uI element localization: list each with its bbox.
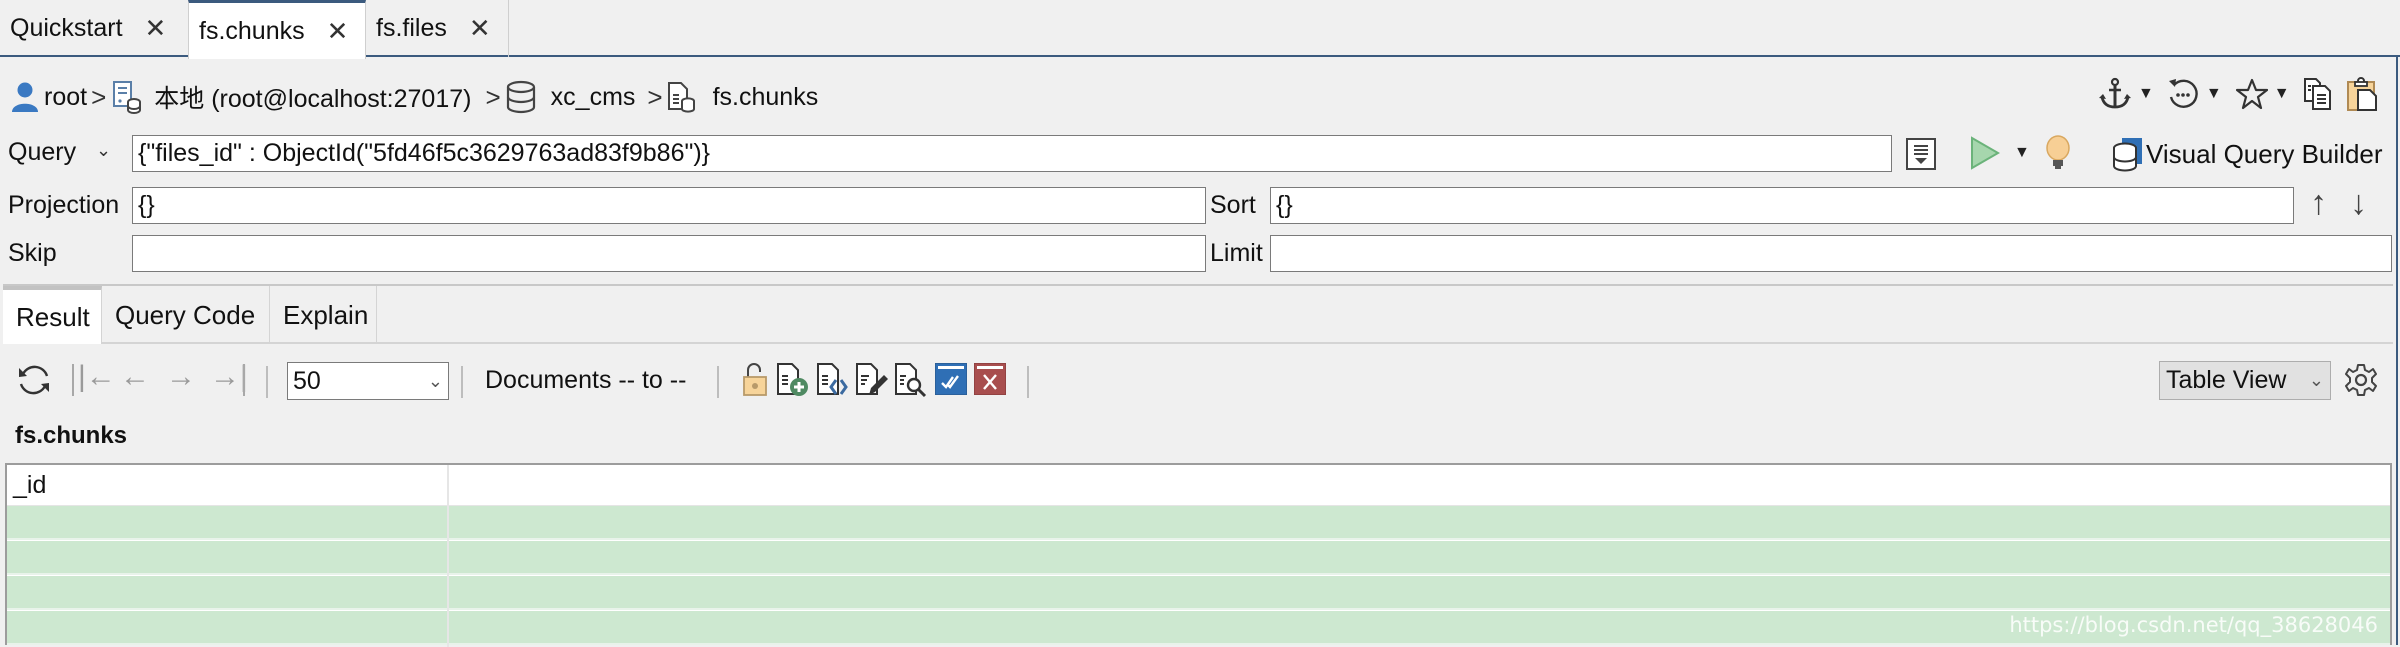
tab-label: Query Code [115,299,256,330]
user-icon [10,81,40,113]
projection-value: {} [138,191,155,219]
close-icon[interactable]: ✕ [145,13,167,44]
tab-explain[interactable]: Explain [270,286,377,344]
column-header-id[interactable]: _id [7,465,447,506]
result-collection-label: fs.chunks [15,422,128,449]
breadcrumb-separator: > [485,81,501,112]
sort-label: Sort [1210,191,1256,219]
gear-icon[interactable] [2344,363,2378,397]
query-value: {"files_id" : ObjectId("5fd46f5c3629763a… [138,139,711,167]
copy-icon[interactable] [2302,77,2336,111]
sort-input[interactable]: {} [1270,187,2294,224]
watermark: https://blog.csdn.net/qq_38628046 [2009,613,2378,637]
documents-range-label: Documents -- to -- [485,366,687,394]
limit-input[interactable] [1270,235,2392,272]
column-divider[interactable] [447,465,449,647]
history-icon[interactable] [2166,77,2200,111]
add-document-icon[interactable] [776,362,810,398]
breadcrumb: root > 本地 (root@localhost:27017) > xc_cm… [10,77,818,117]
breadcrumb-separator: > [647,81,663,112]
history-dropdown-caret[interactable]: ▼ [2206,85,2222,103]
sort-value: {} [1276,191,1293,219]
skip-input[interactable] [132,235,1206,272]
tab-label: Explain [283,299,369,330]
visual-query-builder-label: Visual Query Builder [2146,138,2383,169]
visual-query-builder-icon [2112,136,2146,172]
first-page-button[interactable]: |← [78,360,116,394]
projection-input[interactable]: {} [132,187,1206,224]
tab-result[interactable]: Result [3,286,102,344]
visual-query-builder-button[interactable]: Visual Query Builder [2112,136,2383,172]
page-size-select[interactable]: 50 ⌄ [287,362,449,400]
column-header-empty[interactable] [449,465,2389,506]
unlock-icon[interactable] [742,363,768,397]
tab-label: fs.files [376,14,447,42]
discard-changes-icon[interactable] [974,363,1006,395]
format-query-icon[interactable] [1906,138,1936,170]
close-icon[interactable]: ✕ [469,13,491,44]
table-row[interactable] [7,506,2390,540]
lightbulb-icon[interactable] [2044,135,2072,171]
result-tab-bar: Result Query Code Explain [3,284,2393,344]
refresh-icon[interactable] [16,362,52,398]
favorite-dropdown-caret[interactable]: ▼ [2274,85,2290,103]
tab-label: fs.chunks [199,16,305,45]
table-row[interactable] [7,576,2390,610]
limit-label: Limit [1210,239,1263,267]
tab-fs-files[interactable]: fs.files ✕ [366,0,508,57]
breadcrumb-database[interactable]: xc_cms [551,83,636,112]
document-tab-bar: Quickstart ✕ fs.chunks ✕ fs.files ✕ [0,0,2400,59]
tab-label: Quickstart [10,14,123,42]
breadcrumb-connection[interactable]: 本地 (root@localhost:27017) [154,79,471,115]
skip-label: Skip [8,239,57,267]
close-icon[interactable]: ✕ [327,16,349,47]
commit-changes-icon[interactable] [935,363,967,395]
table-header: _id [7,465,2390,506]
breadcrumb-user[interactable]: root [44,83,87,112]
paste-icon[interactable] [2346,76,2380,112]
top-toolbar: ▼ ▼ ▼ [2098,76,2380,112]
tab-quickstart[interactable]: Quickstart ✕ [0,0,188,57]
edit-document-icon[interactable] [855,362,889,398]
previous-page-button[interactable]: ← [120,360,150,394]
star-icon[interactable] [2235,78,2268,110]
query-label: Query [8,138,77,166]
anchor-icon[interactable] [2098,77,2132,111]
query-input[interactable]: {"files_id" : ObjectId("5fd46f5c3629763a… [132,135,1892,172]
breadcrumb-separator: > [91,81,107,112]
chevron-down-icon: ⌄ [427,370,443,391]
collection-icon [667,81,697,113]
tab-label: Result [16,301,90,332]
view-mode-select[interactable]: Table View ⌄ [2159,361,2331,400]
sort-descending-button[interactable]: ↓ [2350,184,2367,223]
chevron-down-icon: ⌄ [2308,370,2324,390]
run-query-icon[interactable] [1970,136,2000,170]
server-icon [112,80,142,114]
anchor-dropdown-caret[interactable]: ▼ [2138,85,2154,103]
table-row[interactable] [7,541,2390,575]
sort-ascending-button[interactable]: ↑ [2310,184,2327,223]
breadcrumb-collection[interactable]: fs.chunks [713,83,819,112]
view-json-icon[interactable] [816,362,850,398]
window-frame-edge [2396,57,2400,645]
tab-fs-chunks[interactable]: fs.chunks ✕ [188,0,366,59]
result-table: _id https://blog.csdn.net/qq_38628046 [5,463,2392,647]
view-mode-value: Table View [2166,366,2287,394]
projection-label: Projection [8,191,120,219]
database-icon [505,80,537,114]
run-dropdown-caret[interactable]: ▼ [2014,144,2030,162]
query-history-chevron-icon[interactable]: ⌄ [96,140,111,161]
column-header-label: _id [13,471,47,499]
find-document-icon[interactable] [894,362,928,398]
next-page-button[interactable]: → [166,360,196,394]
tab-query-code[interactable]: Query Code [102,286,270,344]
page-size-value: 50 [293,366,321,395]
